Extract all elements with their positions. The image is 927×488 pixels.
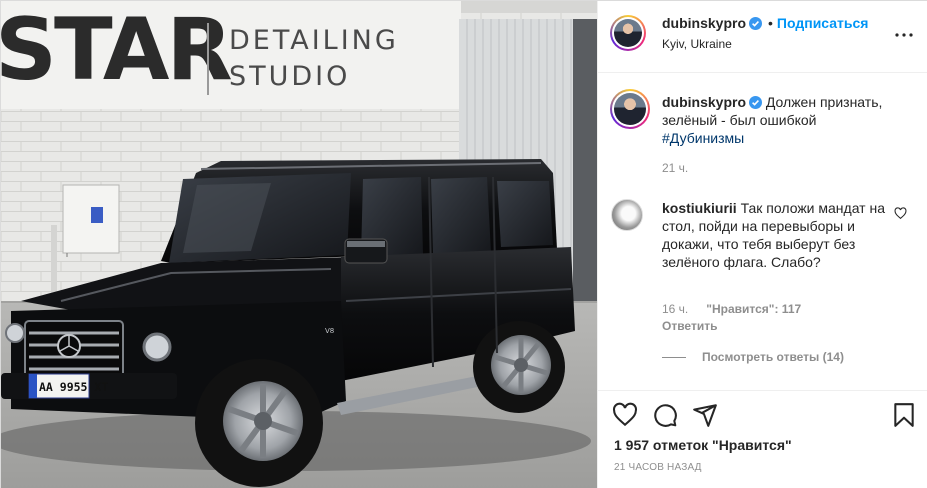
view-replies-button[interactable]: Посмотреть ответы (14) [662, 350, 844, 364]
author-avatar[interactable] [610, 15, 646, 51]
verified-badge-icon [749, 96, 763, 109]
comment-text-block: kostiukiurii Так положи мандат на стол, … [662, 199, 890, 271]
commenter-avatar[interactable] [611, 199, 643, 231]
caption-username[interactable]: dubinskypro [662, 94, 746, 110]
commenter-username[interactable]: kostiukiurii [662, 200, 737, 216]
comments-section: dubinskypro Должен признать, зелёный - б… [598, 74, 927, 390]
post-actions: 1 957 отметок "Нравится" 21 ЧАСОВ НАЗАД [598, 390, 927, 488]
rear-wheel [473, 321, 565, 413]
caption-hashtag[interactable]: #Дубинизмы [662, 130, 744, 146]
car-photo-illustration: STAR DETAILING STUDIO AA 9955 XT V8 [1, 1, 597, 488]
header-separator: • [768, 15, 773, 31]
instagram-post: STAR DETAILING STUDIO AA 9955 XT V8 dubi… [0, 0, 927, 488]
follow-button[interactable]: Подписаться [777, 15, 869, 31]
sign-line1: DETAILING [229, 25, 399, 56]
front-wheel [195, 359, 323, 487]
comment-icon[interactable] [652, 402, 678, 428]
post-location[interactable]: Kyiv, Ukraine [662, 37, 732, 51]
sign-line2: STUDIO [229, 61, 350, 92]
caption-text-block: dubinskypro Должен признать, зелёный - б… [662, 93, 912, 147]
comment-like-icon[interactable] [894, 207, 907, 220]
post-side-panel: dubinskypro • Подписаться Kyiv, Ukraine du… [597, 1, 927, 488]
view-replies-label: Посмотреть ответы (14) [702, 350, 844, 364]
likes-count[interactable]: 1 957 отметок "Нравится" [614, 437, 792, 453]
post-photo[interactable]: STAR DETAILING STUDIO AA 9955 XT V8 [1, 1, 597, 488]
more-options-icon[interactable] [892, 23, 916, 47]
post-timestamp: 21 ЧАСОВ НАЗАД [614, 462, 702, 473]
verified-badge-icon [749, 17, 763, 30]
license-plate: AA 9955 XT [39, 380, 108, 394]
v8-badge: V8 [325, 327, 334, 335]
sign-logo: STAR [1, 1, 231, 100]
author-username[interactable]: dubinskypro [662, 15, 746, 31]
caption-author-avatar[interactable] [610, 89, 650, 129]
comment-meta: 16 ч. "Нравится": 117 [662, 302, 819, 316]
caption-time: 21 ч. [662, 161, 689, 175]
post-header: dubinskypro • Подписаться Kyiv, Ukraine [598, 1, 927, 73]
heart-icon[interactable] [612, 402, 638, 428]
bookmark-icon[interactable] [891, 402, 917, 428]
reply-button[interactable]: Ответить [662, 319, 717, 333]
replies-divider [662, 356, 686, 358]
comment-likes[interactable]: "Нравится": 117 [706, 302, 801, 316]
share-icon[interactable] [692, 402, 718, 428]
comment-time: 16 ч. [662, 302, 689, 316]
